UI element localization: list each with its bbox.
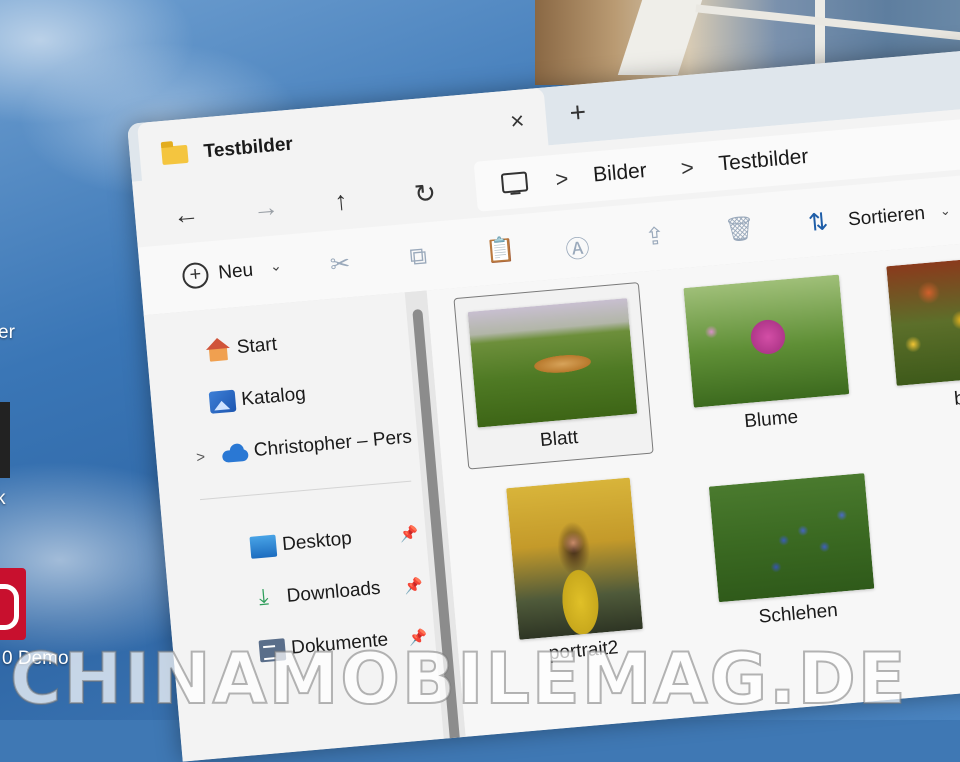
sidebar-item-katalog[interactable]: Katalog <box>208 383 307 414</box>
desktop-app-icon[interactable] <box>0 402 10 478</box>
file-item-blume-2[interactable]: blume <box>876 245 960 430</box>
breadcrumb-testbilder[interactable]: Testbilder <box>718 145 810 177</box>
desktop-demo-app-icon[interactable] <box>0 568 26 640</box>
share-icon[interactable]: ⇪ <box>644 222 667 253</box>
sidebar-item-desktop[interactable]: Desktop <box>249 528 353 559</box>
gallery-icon <box>208 389 237 414</box>
forward-arrow-icon[interactable]: → <box>252 191 281 224</box>
desktop-icon <box>249 534 278 559</box>
paste-icon[interactable]: 📋 <box>484 235 516 266</box>
desktop-icon-label[interactable]: er <box>0 322 15 344</box>
sidebar-item-label: Katalog <box>240 383 307 411</box>
sidebar-item-start[interactable]: Start <box>204 334 278 362</box>
image-thumbnail <box>683 274 850 408</box>
onedrive-cloud-icon <box>221 441 249 465</box>
download-icon <box>254 586 282 610</box>
home-icon <box>204 338 232 362</box>
folder-icon <box>161 144 189 166</box>
file-name: Blume <box>743 406 799 433</box>
sort-arrows-icon: ⇅ <box>807 208 830 237</box>
sidebar-divider <box>199 480 412 501</box>
sidebar-item-label: Desktop <box>281 528 353 556</box>
tab-title: Testbilder <box>202 133 294 163</box>
image-thumbnail <box>708 473 875 603</box>
watermark-text: CHINAMOBILEMAG.DE <box>9 637 908 721</box>
back-arrow-icon[interactable]: ← <box>172 198 201 231</box>
copy-icon[interactable]: ⧉ <box>409 242 429 271</box>
new-tab-button[interactable]: + <box>568 96 587 129</box>
file-name: Blatt <box>539 426 579 452</box>
sidebar-item-onedrive[interactable]: Christopher – Pers <box>221 426 413 465</box>
plus-circle-icon: + <box>181 261 210 290</box>
cut-icon[interactable]: ✂ <box>329 249 352 280</box>
breadcrumb-bilder[interactable]: Bilder <box>592 159 648 188</box>
image-thumbnail <box>467 298 638 428</box>
sort-button-label: Sortieren <box>847 202 926 231</box>
chevron-down-icon: ⌄ <box>269 257 283 275</box>
image-thumbnail <box>886 252 960 386</box>
rename-icon[interactable]: Ⓐ <box>564 228 591 265</box>
file-item-blume[interactable]: Blume <box>667 264 865 449</box>
sidebar-item-label: Christopher – Pers <box>253 426 413 462</box>
breadcrumb-separator[interactable]: > <box>680 155 695 182</box>
pin-icon[interactable]: 📌 <box>399 524 419 544</box>
chevron-down-icon: ⌄ <box>939 202 952 219</box>
new-button-label: Neu <box>217 259 254 284</box>
this-pc-icon[interactable] <box>500 171 529 194</box>
breadcrumb-separator[interactable]: > <box>554 166 569 193</box>
up-arrow-icon[interactable]: ↑ <box>333 185 349 217</box>
sidebar-item-downloads[interactable]: Downloads <box>254 578 381 611</box>
desktop-icon-label[interactable]: k <box>0 488 6 510</box>
file-name: Schlehen <box>757 599 839 628</box>
image-thumbnail <box>506 477 643 640</box>
pin-icon[interactable]: 📌 <box>404 576 424 596</box>
sidebar-item-label: Start <box>236 333 278 359</box>
file-item-blatt[interactable]: Blatt <box>453 282 654 470</box>
refresh-icon[interactable]: ↻ <box>413 177 437 210</box>
chevron-right-icon[interactable]: > <box>196 448 206 466</box>
delete-icon[interactable]: 🗑 <box>723 214 756 246</box>
close-tab-icon[interactable]: × <box>509 107 525 136</box>
file-item-schlehen[interactable]: Schlehen <box>693 448 891 633</box>
sidebar-item-label: Downloads <box>285 577 382 607</box>
